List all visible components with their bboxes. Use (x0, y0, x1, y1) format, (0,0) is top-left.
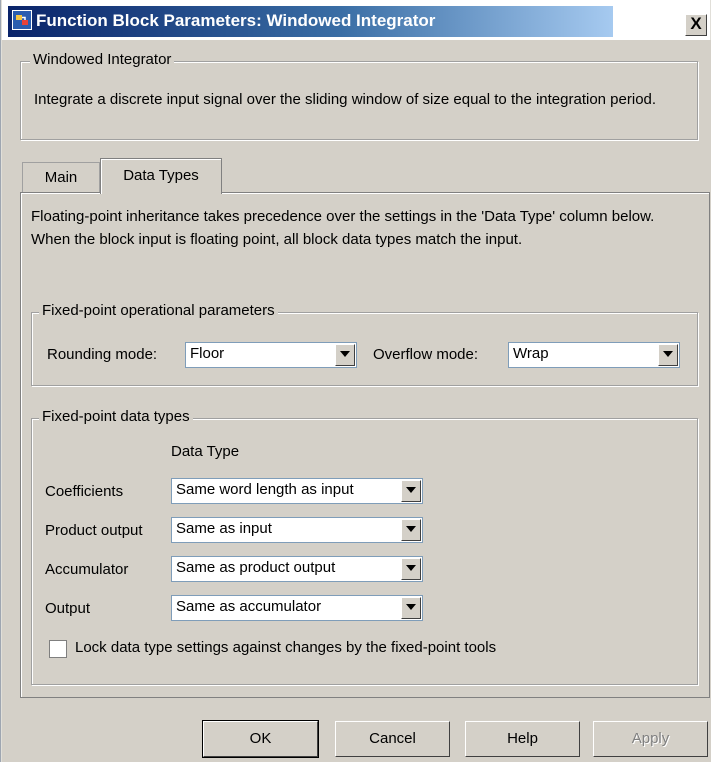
chevron-down-icon[interactable] (658, 344, 678, 366)
data-types-group-label: Fixed-point data types (39, 408, 193, 425)
description-group-label: Windowed Integrator (30, 51, 175, 68)
rounding-mode-label: Rounding mode: (47, 346, 158, 363)
accumulator-datatype-select[interactable]: Same as product output (171, 556, 423, 582)
dialog-body: Windowed Integrator Integrate a discrete… (2, 40, 711, 762)
product-output-datatype-value: Same as input (176, 520, 272, 537)
simulink-block-icon (12, 10, 32, 30)
coefficients-label: Coefficients (45, 483, 124, 500)
title-bar: Function Block Parameters: Windowed Inte… (2, 0, 710, 40)
lock-datatype-label[interactable]: Lock data type settings against changes … (75, 639, 496, 656)
accumulator-datatype-value: Same as product output (176, 559, 336, 576)
operational-params-label: Fixed-point operational parameters (39, 302, 278, 319)
help-button[interactable]: Help (465, 721, 580, 757)
overflow-mode-select[interactable]: Wrap (508, 342, 680, 368)
accumulator-label: Accumulator (45, 561, 129, 578)
data-types-panel: Floating-point inheritance takes precede… (20, 192, 710, 698)
output-label: Output (45, 600, 91, 617)
coefficients-datatype-value: Same word length as input (176, 481, 354, 498)
cancel-button[interactable]: Cancel (335, 721, 450, 757)
close-button[interactable]: X (685, 14, 707, 36)
coefficients-datatype-select[interactable]: Same word length as input (171, 478, 423, 504)
product-output-label: Product output (45, 522, 143, 539)
window-title: Function Block Parameters: Windowed Inte… (36, 11, 436, 30)
description-text: Integrate a discrete input signal over t… (34, 91, 657, 108)
rounding-mode-value: Floor (190, 345, 225, 362)
data-type-column-header: Data Type (171, 443, 240, 460)
ok-button[interactable]: OK (202, 720, 319, 758)
dialog-window: Function Block Parameters: Windowed Inte… (0, 0, 711, 762)
tab-data-types[interactable]: Data Types (100, 158, 222, 194)
inheritance-note: Floating-point inheritance takes precede… (31, 208, 655, 248)
lock-datatype-checkbox[interactable] (49, 640, 67, 658)
product-output-datatype-select[interactable]: Same as input (171, 517, 423, 543)
output-datatype-select[interactable]: Same as accumulator (171, 595, 423, 621)
chevron-down-icon[interactable] (401, 558, 421, 580)
overflow-mode-label: Overflow mode: (373, 346, 479, 363)
chevron-down-icon[interactable] (401, 597, 421, 619)
chevron-down-icon[interactable] (401, 519, 421, 541)
chevron-down-icon[interactable] (401, 480, 421, 502)
output-datatype-value: Same as accumulator (176, 598, 322, 615)
rounding-mode-select[interactable]: Floor (185, 342, 357, 368)
chevron-down-icon[interactable] (335, 344, 355, 366)
overflow-mode-value: Wrap (513, 345, 549, 362)
tab-main[interactable]: Main (22, 162, 100, 194)
apply-button[interactable]: Apply (593, 721, 708, 757)
